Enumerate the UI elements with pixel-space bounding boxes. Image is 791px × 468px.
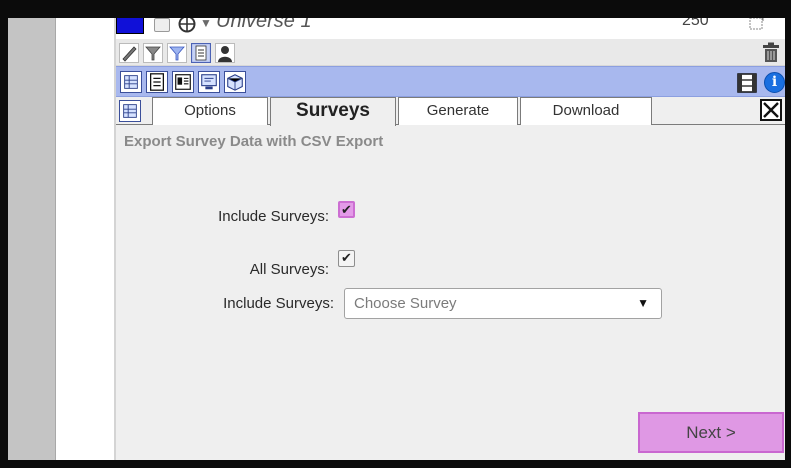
survey-select-label: Include Surveys: bbox=[223, 295, 334, 312]
screen-frame: ▼ Universe 1 250 i Options Surveys Gener… bbox=[0, 0, 791, 468]
tab-bar: Options Surveys Generate Download bbox=[116, 97, 785, 126]
tab-download[interactable]: Download bbox=[520, 97, 652, 125]
section-heading: Export Survey Data with CSV Export bbox=[124, 133, 384, 150]
close-icon[interactable] bbox=[760, 97, 782, 123]
tab-options[interactable]: Options bbox=[152, 97, 268, 125]
globe-icon[interactable] bbox=[178, 18, 196, 33]
tab-surveys[interactable]: Surveys bbox=[270, 97, 396, 126]
left-gutter bbox=[8, 18, 56, 460]
app-canvas: ▼ Universe 1 250 i Options Surveys Gener… bbox=[8, 18, 785, 460]
universe-title[interactable]: Universe 1 bbox=[216, 18, 312, 33]
survey-select[interactable]: Choose Survey ▼ bbox=[344, 288, 662, 319]
survey-select-value: Choose Survey bbox=[354, 295, 457, 312]
screen-icon[interactable] bbox=[198, 71, 220, 93]
card-icon[interactable] bbox=[172, 71, 194, 93]
triangle-down-icon[interactable]: ▼ bbox=[200, 18, 212, 30]
pencil-icon[interactable] bbox=[119, 43, 139, 63]
next-button[interactable]: Next > bbox=[638, 412, 784, 453]
universe-header: ▼ Universe 1 250 bbox=[116, 18, 785, 39]
table-icon[interactable] bbox=[119, 100, 141, 122]
person-icon[interactable] bbox=[215, 43, 235, 63]
tab-generate[interactable]: Generate bbox=[398, 97, 518, 125]
cube-icon[interactable] bbox=[224, 71, 246, 93]
white-strip bbox=[56, 18, 114, 460]
filter-blue-icon[interactable] bbox=[167, 43, 187, 63]
count-label: 250 bbox=[682, 18, 709, 29]
resize-icon[interactable] bbox=[748, 18, 764, 32]
tools-toolbar bbox=[116, 39, 785, 66]
info-icon[interactable]: i bbox=[764, 72, 785, 93]
filter-icon[interactable] bbox=[143, 43, 163, 63]
universe-checkbox[interactable] bbox=[154, 18, 170, 32]
film-icon[interactable] bbox=[737, 73, 757, 93]
all-surveys-checkbox[interactable]: ✔ bbox=[338, 250, 355, 267]
document-icon[interactable] bbox=[146, 71, 168, 93]
include-surveys-label: Include Surveys: bbox=[218, 208, 329, 225]
all-surveys-label: All Surveys: bbox=[249, 261, 329, 278]
blue-toolbar: i bbox=[116, 66, 785, 97]
color-swatch[interactable] bbox=[116, 18, 144, 34]
chevron-down-icon: ▼ bbox=[637, 296, 649, 310]
list-icon[interactable] bbox=[191, 43, 211, 63]
include-surveys-checkbox[interactable]: ✔ bbox=[338, 201, 355, 218]
table-icon[interactable] bbox=[120, 71, 142, 93]
export-panel: ▼ Universe 1 250 i Options Surveys Gener… bbox=[114, 18, 785, 460]
trash-icon[interactable] bbox=[762, 42, 780, 63]
